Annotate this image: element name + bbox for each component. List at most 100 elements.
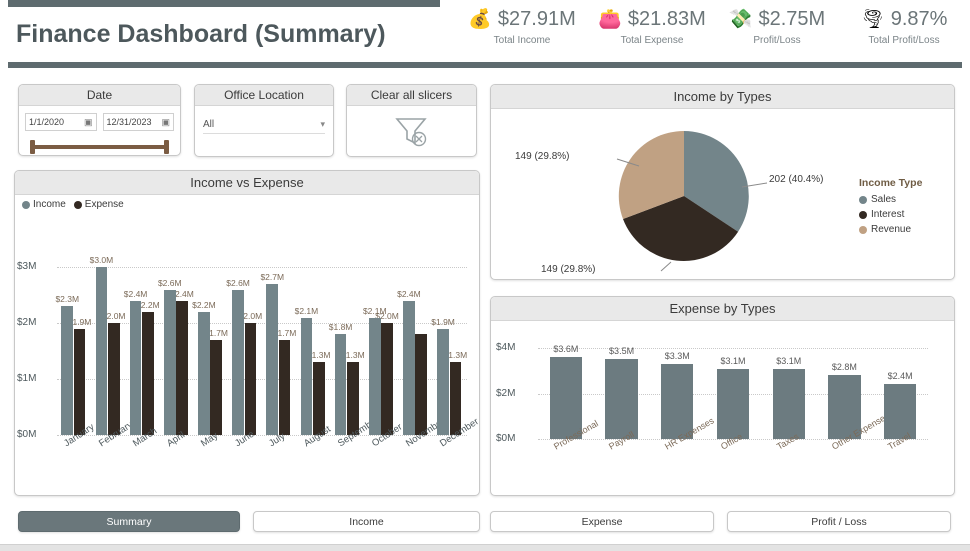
header-accent-bar-bottom: [8, 62, 962, 68]
legend-item-income[interactable]: Income: [22, 199, 66, 210]
bar-expense[interactable]: [74, 329, 86, 435]
bar-expense[interactable]: [176, 301, 188, 435]
bar-group[interactable]: [301, 245, 325, 435]
date-slicer[interactable]: Date 1/1/2020 ▣ 12/31/2023 ▣: [18, 84, 181, 156]
bottom-strip: [0, 544, 970, 551]
bar-group[interactable]: [437, 245, 461, 435]
bar-group[interactable]: [164, 245, 188, 435]
bar-expense[interactable]: [347, 362, 359, 435]
bar-group[interactable]: [266, 245, 290, 435]
chevron-down-icon[interactable]: ▾: [320, 119, 325, 130]
legend-label-sales: Sales: [871, 194, 896, 205]
bar-income[interactable]: [61, 306, 73, 435]
tab-income-label: Income: [349, 516, 383, 528]
bar-expense[interactable]: [245, 323, 257, 435]
legend-item-expense[interactable]: Expense: [74, 199, 124, 210]
bar-group[interactable]: [403, 245, 427, 435]
calendar-icon[interactable]: ▣: [161, 117, 170, 128]
money-growth-icon: 💰: [468, 10, 492, 29]
office-location-slicer[interactable]: Office Location All ▾: [194, 84, 334, 157]
bar-data-label: $3.1M: [720, 356, 745, 366]
bar-group[interactable]: [130, 245, 154, 435]
y-axis-tick: $4M: [496, 342, 534, 353]
bar-income[interactable]: [369, 318, 381, 435]
office-location-dropdown[interactable]: All ▾: [203, 115, 325, 134]
calendar-icon[interactable]: ▣: [84, 117, 93, 128]
date-slider-handle-right[interactable]: [164, 140, 169, 154]
bar-expense[interactable]: [108, 323, 120, 435]
office-location-title: Office Location: [195, 85, 333, 106]
date-slider-track[interactable]: [32, 145, 167, 149]
bar-income[interactable]: [301, 318, 313, 435]
date-slicer-title: Date: [19, 85, 180, 106]
legend-swatch-sales: [859, 196, 867, 204]
bar-expense[interactable]: [381, 323, 393, 435]
kpi-profit-loss: 💸 $2.75M Profit/Loss: [718, 8, 836, 56]
clear-filter-funnel-icon[interactable]: [392, 112, 432, 150]
bar-group[interactable]: [61, 245, 85, 435]
bar-expense[interactable]: [142, 312, 154, 435]
tab-summary[interactable]: Summary: [18, 511, 240, 532]
bar-expense[interactable]: [313, 362, 325, 435]
pie-callout-sales: 202 (40.4%): [769, 174, 823, 185]
bar-data-label: $3.6M: [553, 344, 578, 354]
y-axis-tick: $1M: [17, 373, 53, 384]
bar-income[interactable]: [335, 334, 347, 435]
date-range-slider[interactable]: [28, 140, 171, 154]
bar-data-label: $2.8M: [832, 362, 857, 372]
kpi-total-income: 💰 $27.91M Total Income: [462, 8, 582, 56]
bar-expense-type[interactable]: [550, 357, 582, 439]
bar-income[interactable]: [232, 290, 244, 435]
bar-group[interactable]: [198, 245, 222, 435]
bar-expense[interactable]: [415, 334, 427, 435]
bar-expense[interactable]: [450, 362, 462, 435]
tab-income[interactable]: Income: [253, 511, 480, 532]
bar-expense-type[interactable]: [773, 369, 805, 439]
bar-group[interactable]: [96, 245, 120, 435]
tab-summary-label: Summary: [107, 516, 152, 528]
coin-arrow-icon: 💸: [729, 10, 753, 29]
bar-expense-type[interactable]: [717, 369, 749, 439]
kpi-total-profit-loss-value: 9.87%: [891, 8, 948, 31]
bar-group[interactable]: [335, 245, 359, 435]
y-axis-tick: $2M: [17, 317, 53, 328]
legend-item-revenue[interactable]: Revenue: [859, 224, 922, 235]
income-vs-expense-bars: $0M$1M$2M$3M$2.3M$1.9MJanuary$3.0M$2.0MF…: [57, 245, 467, 435]
legend-item-sales[interactable]: Sales: [859, 194, 922, 205]
bar-income[interactable]: [266, 284, 278, 435]
income-by-types-panel: Income by Types 202 (40.4%) 149 (29.8%) …: [490, 84, 955, 280]
legend-label-interest: Interest: [871, 209, 904, 220]
bar-expense[interactable]: [279, 340, 291, 435]
legend-item-interest[interactable]: Interest: [859, 209, 922, 220]
bar-income[interactable]: [198, 312, 210, 435]
trend-arrow-icon: 🌪: [861, 10, 885, 29]
kpi-total-expense-value: $21.83M: [628, 8, 706, 31]
bar-income[interactable]: [437, 329, 449, 435]
clear-all-slicers-button[interactable]: Clear all slicers: [346, 84, 477, 157]
gridline: [538, 348, 928, 349]
expense-by-types-panel: Expense by Types $0M$2M$4M$3.6MProfessio…: [490, 296, 955, 496]
y-axis-tick: $0M: [496, 433, 534, 444]
tab-expense[interactable]: Expense: [490, 511, 714, 532]
bar-expense-type[interactable]: [884, 384, 916, 439]
legend-swatch-revenue: [859, 226, 867, 234]
date-slider-handle-left[interactable]: [30, 140, 35, 154]
bar-expense-type[interactable]: [605, 359, 637, 439]
bar-group[interactable]: [232, 245, 256, 435]
kpi-total-expense: 👛 $21.83M Total Expense: [592, 8, 712, 56]
income-legend-title: Income Type: [859, 177, 922, 189]
date-end-value: 12/31/2023: [107, 117, 152, 127]
date-start-field[interactable]: 1/1/2020 ▣: [25, 113, 97, 131]
pie-callout-interest: 149 (29.8%): [541, 264, 595, 275]
bar-income[interactable]: [96, 267, 108, 435]
bar-expense[interactable]: [210, 340, 222, 435]
bar-group[interactable]: [369, 245, 393, 435]
date-end-field[interactable]: 12/31/2023 ▣: [103, 113, 175, 131]
tab-profit-loss[interactable]: Profit / Loss: [727, 511, 951, 532]
y-axis-tick: $2M: [496, 388, 534, 399]
header-accent-bar-top: [8, 0, 440, 7]
bar-income[interactable]: [130, 301, 142, 435]
bar-income[interactable]: [403, 301, 415, 435]
bar-income[interactable]: [164, 290, 176, 435]
bar-data-label: $2.4M: [888, 371, 913, 381]
